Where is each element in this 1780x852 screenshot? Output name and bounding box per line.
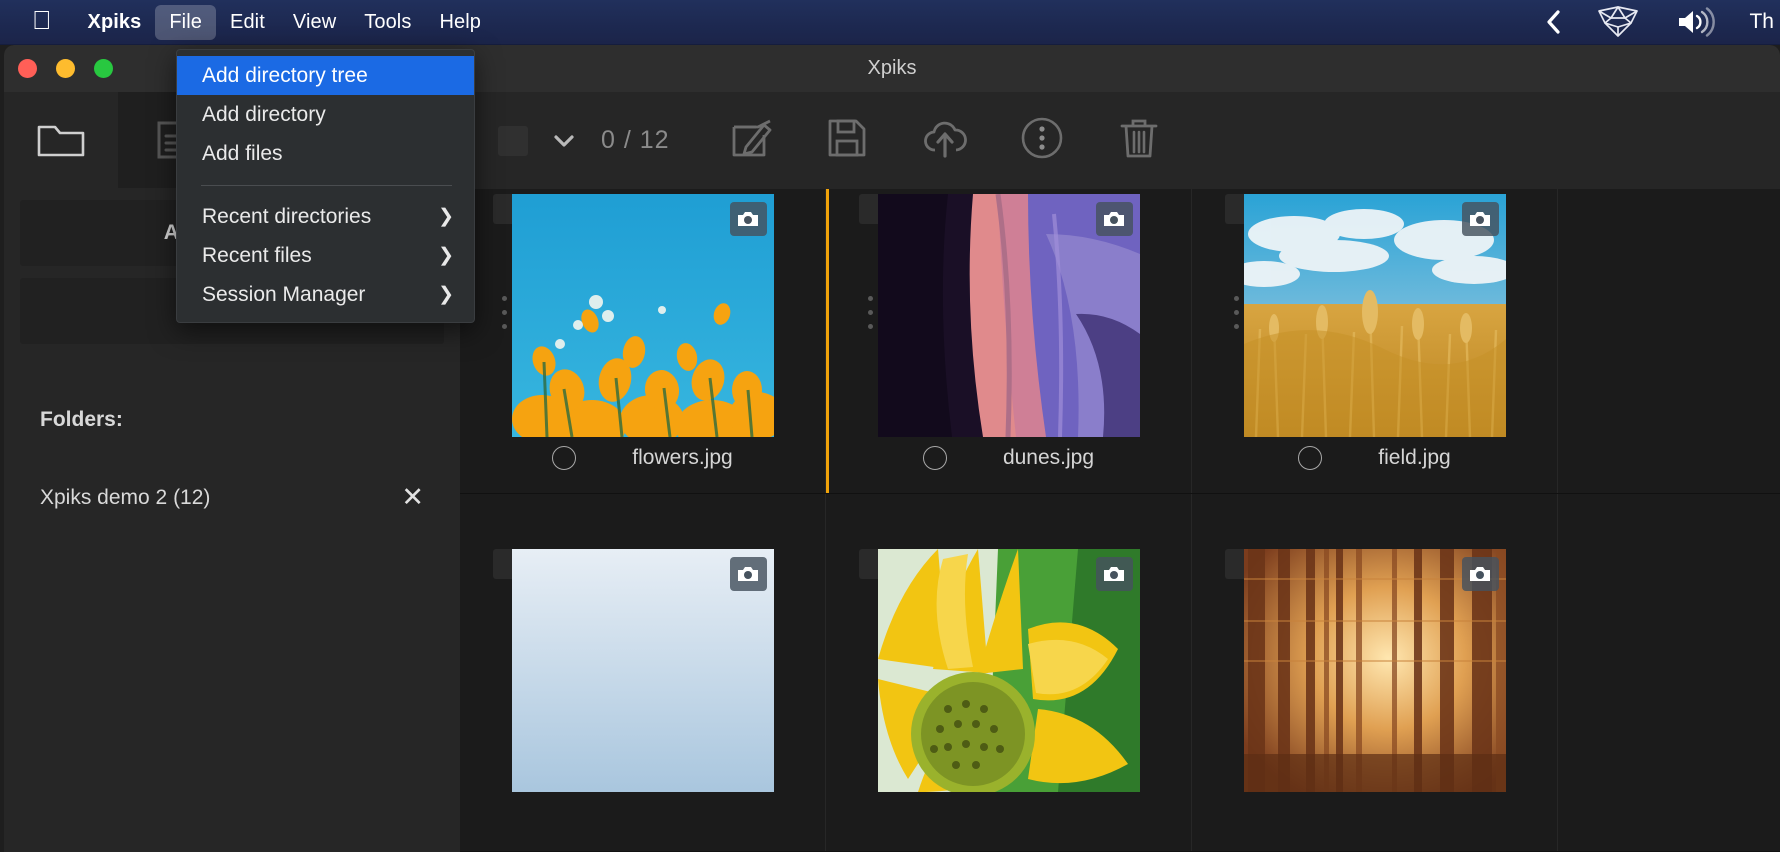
thumbnail-image-wrap <box>1243 194 1506 437</box>
status-circle-icon[interactable] <box>552 446 577 470</box>
apple-logo-icon[interactable]:  <box>32 7 52 33</box>
menu-item-file[interactable]: File <box>155 4 216 40</box>
thumbnail-cell[interactable] <box>460 494 826 851</box>
pencil-edit-icon[interactable] <box>730 117 772 164</box>
volume-speaker-icon[interactable] <box>1675 7 1716 37</box>
camera-icon <box>729 202 767 236</box>
menu-item-label: Recent directories <box>202 204 372 228</box>
chevron-down-icon[interactable] <box>553 134 575 148</box>
thumbnail-image-wrap <box>511 549 774 792</box>
thumbnail-cell[interactable] <box>826 494 1192 851</box>
camera-icon <box>1095 202 1133 236</box>
file-name: field.jpg <box>1378 446 1451 469</box>
chevron-right-icon: ❯ <box>438 245 454 266</box>
chevron-left-icon[interactable] <box>1545 9 1561 35</box>
thumbnail-cell[interactable]: flowers.jpg <box>460 136 826 493</box>
menu-item-recent-files[interactable]: Recent files ❯ <box>177 236 474 275</box>
status-circle-icon[interactable] <box>922 446 947 470</box>
menu-separator <box>201 185 452 186</box>
thumbnail-image-wrap <box>877 549 1140 792</box>
thumbnail-image-wrap <box>511 194 774 437</box>
thumbnail-grid: flowers.jpg dunes.jpg field.jpg <box>460 92 1780 852</box>
sidebar-tab-folders[interactable] <box>4 92 118 188</box>
chevron-right-icon: ❯ <box>438 206 454 227</box>
menu-bar-clock[interactable]: Th <box>1749 10 1780 34</box>
file-dropdown-menu: Add directory tree Add directory Add fil… <box>176 49 475 323</box>
thumbnail-caption: field.jpg <box>1192 446 1557 470</box>
menu-item-label: Add directory tree <box>202 63 368 87</box>
menu-item-label: Add files <box>202 141 283 165</box>
grid-row <box>460 494 1780 852</box>
camera-icon <box>1461 202 1499 236</box>
drag-handle-icon[interactable] <box>1234 296 1239 338</box>
folder-name: Xpiks demo 2 (12) <box>40 485 211 509</box>
close-x-icon[interactable]: ✕ <box>401 484 424 511</box>
camera-icon <box>1095 557 1133 591</box>
more-options-icon[interactable] <box>1020 116 1064 165</box>
thumbnail-cell[interactable] <box>1192 494 1558 851</box>
menu-item-label: Session Manager <box>202 282 366 306</box>
status-circle-icon[interactable] <box>1298 446 1323 470</box>
folder-icon <box>37 125 85 157</box>
menu-item-label: Recent files <box>202 243 312 267</box>
trash-icon[interactable] <box>1118 116 1160 165</box>
menu-item-recent-directories[interactable]: Recent directories ❯ <box>177 197 474 236</box>
firefox-fox-icon[interactable] <box>1595 5 1641 39</box>
camera-icon <box>1461 557 1499 591</box>
thumbnail-caption: flowers.jpg <box>460 446 825 470</box>
macos-menu-bar:  Xpiks File Edit View Tools Help <box>0 0 1780 45</box>
file-name: flowers.jpg <box>632 446 733 469</box>
thumbnail-cell[interactable]: field.jpg <box>1192 136 1558 493</box>
main-toolbar: 0 / 12 <box>456 92 1780 189</box>
thumbnail-image-wrap <box>877 194 1140 437</box>
thumbnail-image-wrap <box>1243 549 1506 792</box>
selection-count: 0 / 12 <box>601 126 670 154</box>
thumbnail-caption: dunes.jpg <box>826 446 1191 470</box>
folder-list-item[interactable]: Xpiks demo 2 (12) ✕ <box>40 484 424 511</box>
menu-item-tools[interactable]: Tools <box>350 5 425 40</box>
menu-item-xpiks[interactable]: Xpiks <box>74 5 156 40</box>
select-all-checkbox[interactable] <box>498 125 528 156</box>
menu-item-add-files[interactable]: Add files <box>177 134 474 173</box>
menu-item-view[interactable]: View <box>279 5 350 40</box>
folders-label: Folders: <box>40 408 123 431</box>
menu-item-label: Add directory <box>202 102 326 126</box>
menu-item-help[interactable]: Help <box>425 5 495 40</box>
menu-item-add-directory-tree[interactable]: Add directory tree <box>177 56 474 95</box>
cloud-upload-icon[interactable] <box>922 118 968 163</box>
file-name: dunes.jpg <box>1002 446 1095 469</box>
floppy-save-icon[interactable] <box>827 117 867 164</box>
grid-row: flowers.jpg dunes.jpg field.jpg <box>460 136 1780 494</box>
menu-item-session-manager[interactable]: Session Manager ❯ <box>177 275 474 314</box>
menu-bar-status-area: Th <box>1545 5 1780 39</box>
chevron-right-icon: ❯ <box>438 284 454 305</box>
camera-icon <box>729 557 767 591</box>
drag-handle-icon[interactable] <box>868 296 873 338</box>
menu-item-edit[interactable]: Edit <box>216 5 279 40</box>
menu-item-add-directory[interactable]: Add directory <box>177 95 474 134</box>
drag-handle-icon[interactable] <box>502 296 507 338</box>
thumbnail-cell[interactable]: dunes.jpg <box>826 136 1192 493</box>
